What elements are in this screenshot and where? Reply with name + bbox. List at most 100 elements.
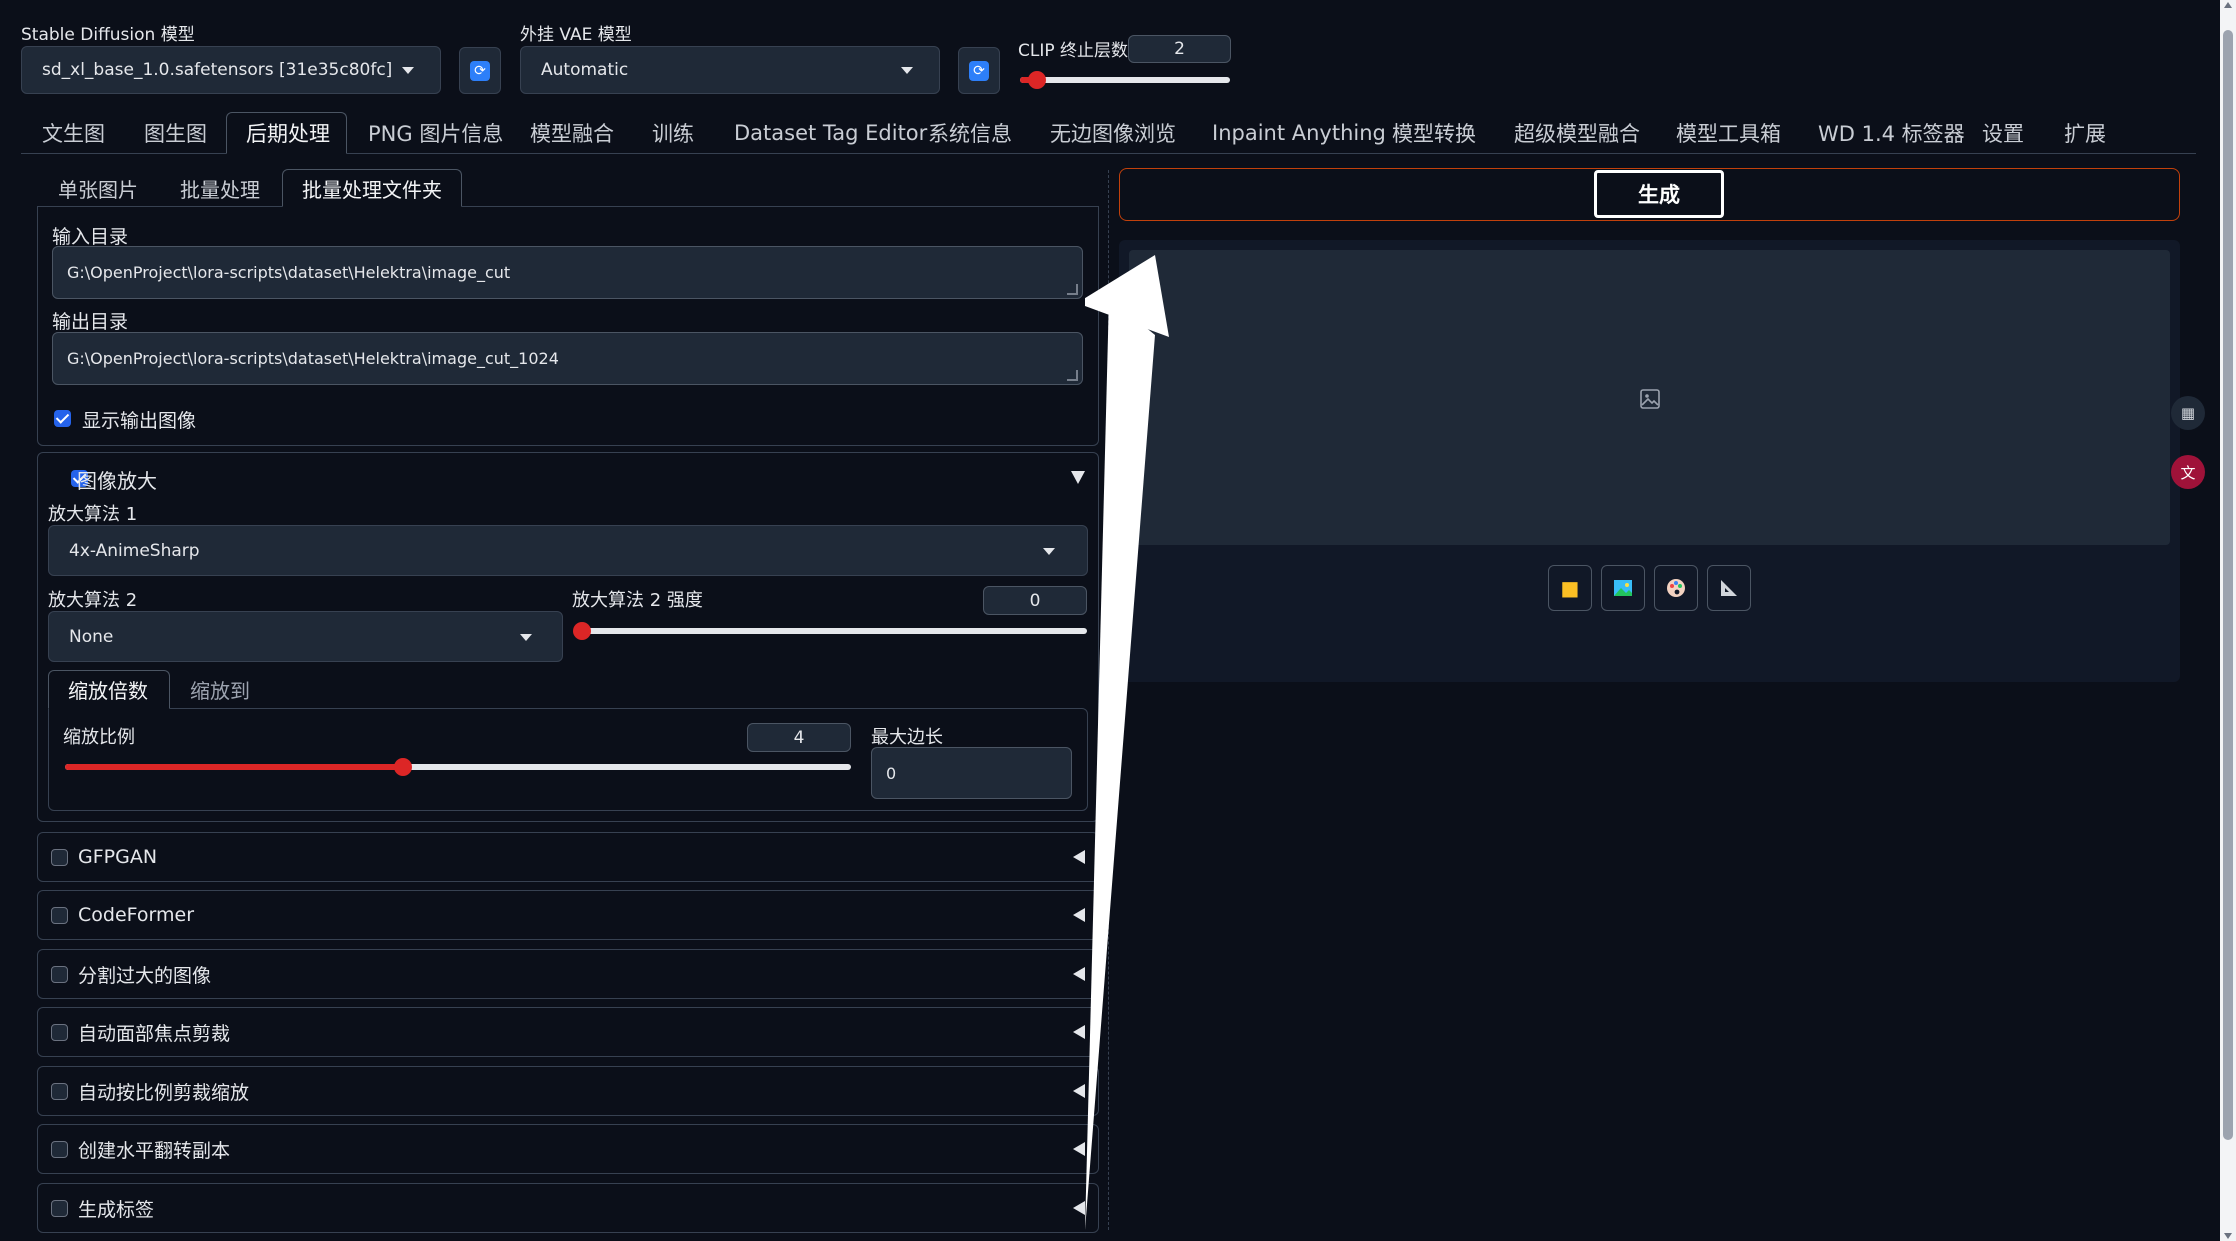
translate-button[interactable]: 文 xyxy=(2171,455,2205,489)
scroll-up-icon[interactable] xyxy=(2224,2,2232,8)
expand-triangle-icon[interactable] xyxy=(1073,967,1085,981)
sd-model-value: sd_xl_base_1.0.safetensors [31e35c80fc] xyxy=(42,60,393,80)
accordion-codeformer[interactable]: CodeFormer xyxy=(37,890,1099,940)
expand-triangle-icon[interactable] xyxy=(1073,1084,1085,1098)
tab-train[interactable]: 训练 xyxy=(652,112,694,154)
caption-checkbox[interactable] xyxy=(51,1200,68,1217)
send-to-extras-button[interactable] xyxy=(1707,565,1751,611)
tab-infinite-image-browsing[interactable]: 无边图像浏览 xyxy=(1050,112,1176,154)
caption-label: 生成标签 xyxy=(78,1198,155,1221)
expand-triangle-icon[interactable] xyxy=(1073,1142,1085,1156)
upscaler1-value: 4x-AnimeSharp xyxy=(69,540,200,561)
tab-system-info[interactable]: 系统信息 xyxy=(928,112,1012,154)
input-dir-field[interactable]: G:\OpenProject\lora-scripts\dataset\Hele… xyxy=(52,246,1083,299)
scale-ratio-fill xyxy=(65,764,403,770)
show-output-checkbox[interactable] xyxy=(54,410,71,427)
tab-inpaint-anything[interactable]: Inpaint Anything xyxy=(1212,112,1386,154)
clip-number-input[interactable]: 2 xyxy=(1128,35,1231,63)
scrollbar[interactable] xyxy=(2220,0,2236,1241)
tab-extensions[interactable]: 扩展 xyxy=(2064,112,2106,154)
sd-model-select[interactable]: sd_xl_base_1.0.safetensors [31e35c80fc] xyxy=(21,46,441,94)
expand-triangle-icon[interactable] xyxy=(1073,850,1085,864)
refresh-vae-button[interactable]: ⟳ xyxy=(958,47,1000,94)
subtab-batch-folder[interactable]: 批量处理文件夹 xyxy=(282,169,462,207)
upscale-title: 图像放大 xyxy=(77,469,157,493)
refresh-sd-model-button[interactable]: ⟳ xyxy=(459,47,501,94)
split-oversized-checkbox[interactable] xyxy=(51,966,68,983)
scrollbar-thumb[interactable] xyxy=(2223,30,2233,1140)
show-output-label: 显示输出图像 xyxy=(82,410,197,432)
collapse-triangle-icon[interactable] xyxy=(1071,471,1085,484)
tab-model-toolkit[interactable]: 模型工具箱 xyxy=(1676,112,1781,154)
expand-triangle-icon[interactable] xyxy=(1073,908,1085,922)
codeformer-checkbox[interactable] xyxy=(51,907,68,924)
upscaler2-strength-input[interactable]: 0 xyxy=(983,586,1087,615)
tab-super-merger[interactable]: 超级模型融合 xyxy=(1514,112,1640,154)
scale-ratio-label: 缩放比例 xyxy=(63,727,135,748)
chevron-down-icon xyxy=(1043,547,1055,555)
tab-img2img[interactable]: 图生图 xyxy=(144,112,207,154)
auto-focal-crop-label: 自动面部焦点剪裁 xyxy=(78,1022,231,1045)
tab-scale-to[interactable]: 缩放到 xyxy=(190,670,250,709)
sd-model-label: Stable Diffusion 模型 xyxy=(21,25,195,45)
upscaler2-select[interactable]: None xyxy=(48,611,563,662)
tab-txt2img[interactable]: 文生图 xyxy=(42,112,105,154)
vae-label: 外挂 VAE 模型 xyxy=(520,25,632,45)
generate-button[interactable]: 生成 xyxy=(1594,170,1724,218)
clip-slider-thumb[interactable] xyxy=(1027,71,1046,89)
open-folder-button[interactable]: ■ xyxy=(1548,565,1592,611)
subtab-batch-process[interactable]: 批量处理 xyxy=(180,170,260,206)
send-to-img2img-icon xyxy=(1614,580,1632,596)
send-to-img2img-button[interactable] xyxy=(1601,565,1645,611)
max-side-input[interactable]: 0 xyxy=(871,747,1072,799)
accordion-caption[interactable]: 生成标签 xyxy=(37,1183,1099,1233)
gfpgan-checkbox[interactable] xyxy=(51,849,68,866)
accordion-split-oversized[interactable]: 分割过大的图像 xyxy=(37,949,1099,999)
qr-icon: ▦ xyxy=(2180,404,2196,422)
accordion-auto-focal-crop[interactable]: 自动面部焦点剪裁 xyxy=(37,1007,1099,1057)
upscaler2-strength-thumb[interactable] xyxy=(573,622,591,640)
annotation-arrow xyxy=(1085,255,1169,1230)
tab-extras[interactable]: 后期处理 xyxy=(226,112,347,154)
accordion-gfpgan[interactable]: GFPGAN xyxy=(37,832,1099,882)
gfpgan-label: GFPGAN xyxy=(78,846,158,868)
flip-copy-checkbox[interactable] xyxy=(51,1141,68,1158)
scale-ratio-slider[interactable] xyxy=(65,758,851,776)
upscaler1-label: 放大算法 1 xyxy=(48,504,138,525)
tab-dataset-tag-editor[interactable]: Dataset Tag Editor xyxy=(734,112,927,154)
max-side-label: 最大边长 xyxy=(871,727,943,748)
subtab-single-image[interactable]: 单张图片 xyxy=(58,170,138,206)
output-dir-label: 输出目录 xyxy=(52,311,129,333)
expand-triangle-icon[interactable] xyxy=(1073,1025,1085,1039)
upscaler2-label: 放大算法 2 xyxy=(48,590,138,611)
upscaler1-select[interactable]: 4x-AnimeSharp xyxy=(48,525,1088,576)
side-tool-button[interactable]: ▦ xyxy=(2171,396,2205,430)
scale-ratio-input[interactable]: 4 xyxy=(747,723,851,752)
auto-focal-crop-checkbox[interactable] xyxy=(51,1024,68,1041)
upscaler2-strength-slider[interactable] xyxy=(573,622,1087,640)
upscaler2-value: None xyxy=(69,626,114,647)
max-side-value: 0 xyxy=(886,763,897,783)
resize-grip-icon[interactable] xyxy=(1067,284,1078,295)
tab-scale-by[interactable]: 缩放倍数 xyxy=(48,670,170,709)
accordion-auto-sized-crop[interactable]: 自动按比例剪裁缩放 xyxy=(37,1066,1099,1116)
output-dir-field[interactable]: G:\OpenProject\lora-scripts\dataset\Hele… xyxy=(52,332,1083,385)
tab-png-info[interactable]: PNG 图片信息 xyxy=(368,112,503,154)
expand-triangle-icon[interactable] xyxy=(1073,1201,1085,1215)
scale-ratio-thumb[interactable] xyxy=(393,758,412,776)
tab-wd14-tagger[interactable]: WD 1.4 标签器 xyxy=(1818,112,1965,154)
accordion-flip-copy[interactable]: 创建水平翻转副本 xyxy=(37,1124,1099,1174)
input-dir-label: 输入目录 xyxy=(52,226,129,248)
send-to-inpaint-button[interactable] xyxy=(1654,565,1698,611)
auto-sized-crop-checkbox[interactable] xyxy=(51,1083,68,1100)
resize-grip-icon[interactable] xyxy=(1067,370,1078,381)
split-oversized-label: 分割过大的图像 xyxy=(78,964,212,987)
scroll-down-icon[interactable] xyxy=(2224,1233,2232,1239)
vae-select[interactable]: Automatic xyxy=(520,46,940,94)
codeformer-label: CodeFormer xyxy=(78,904,195,926)
tab-settings[interactable]: 设置 xyxy=(1982,112,2024,154)
clip-slider[interactable] xyxy=(1020,71,1230,89)
tab-model-merge[interactable]: 模型融合 xyxy=(530,112,614,154)
tab-model-convert[interactable]: 模型转换 xyxy=(1392,112,1476,154)
output-dir-value: G:\OpenProject\lora-scripts\dataset\Hele… xyxy=(67,349,559,368)
